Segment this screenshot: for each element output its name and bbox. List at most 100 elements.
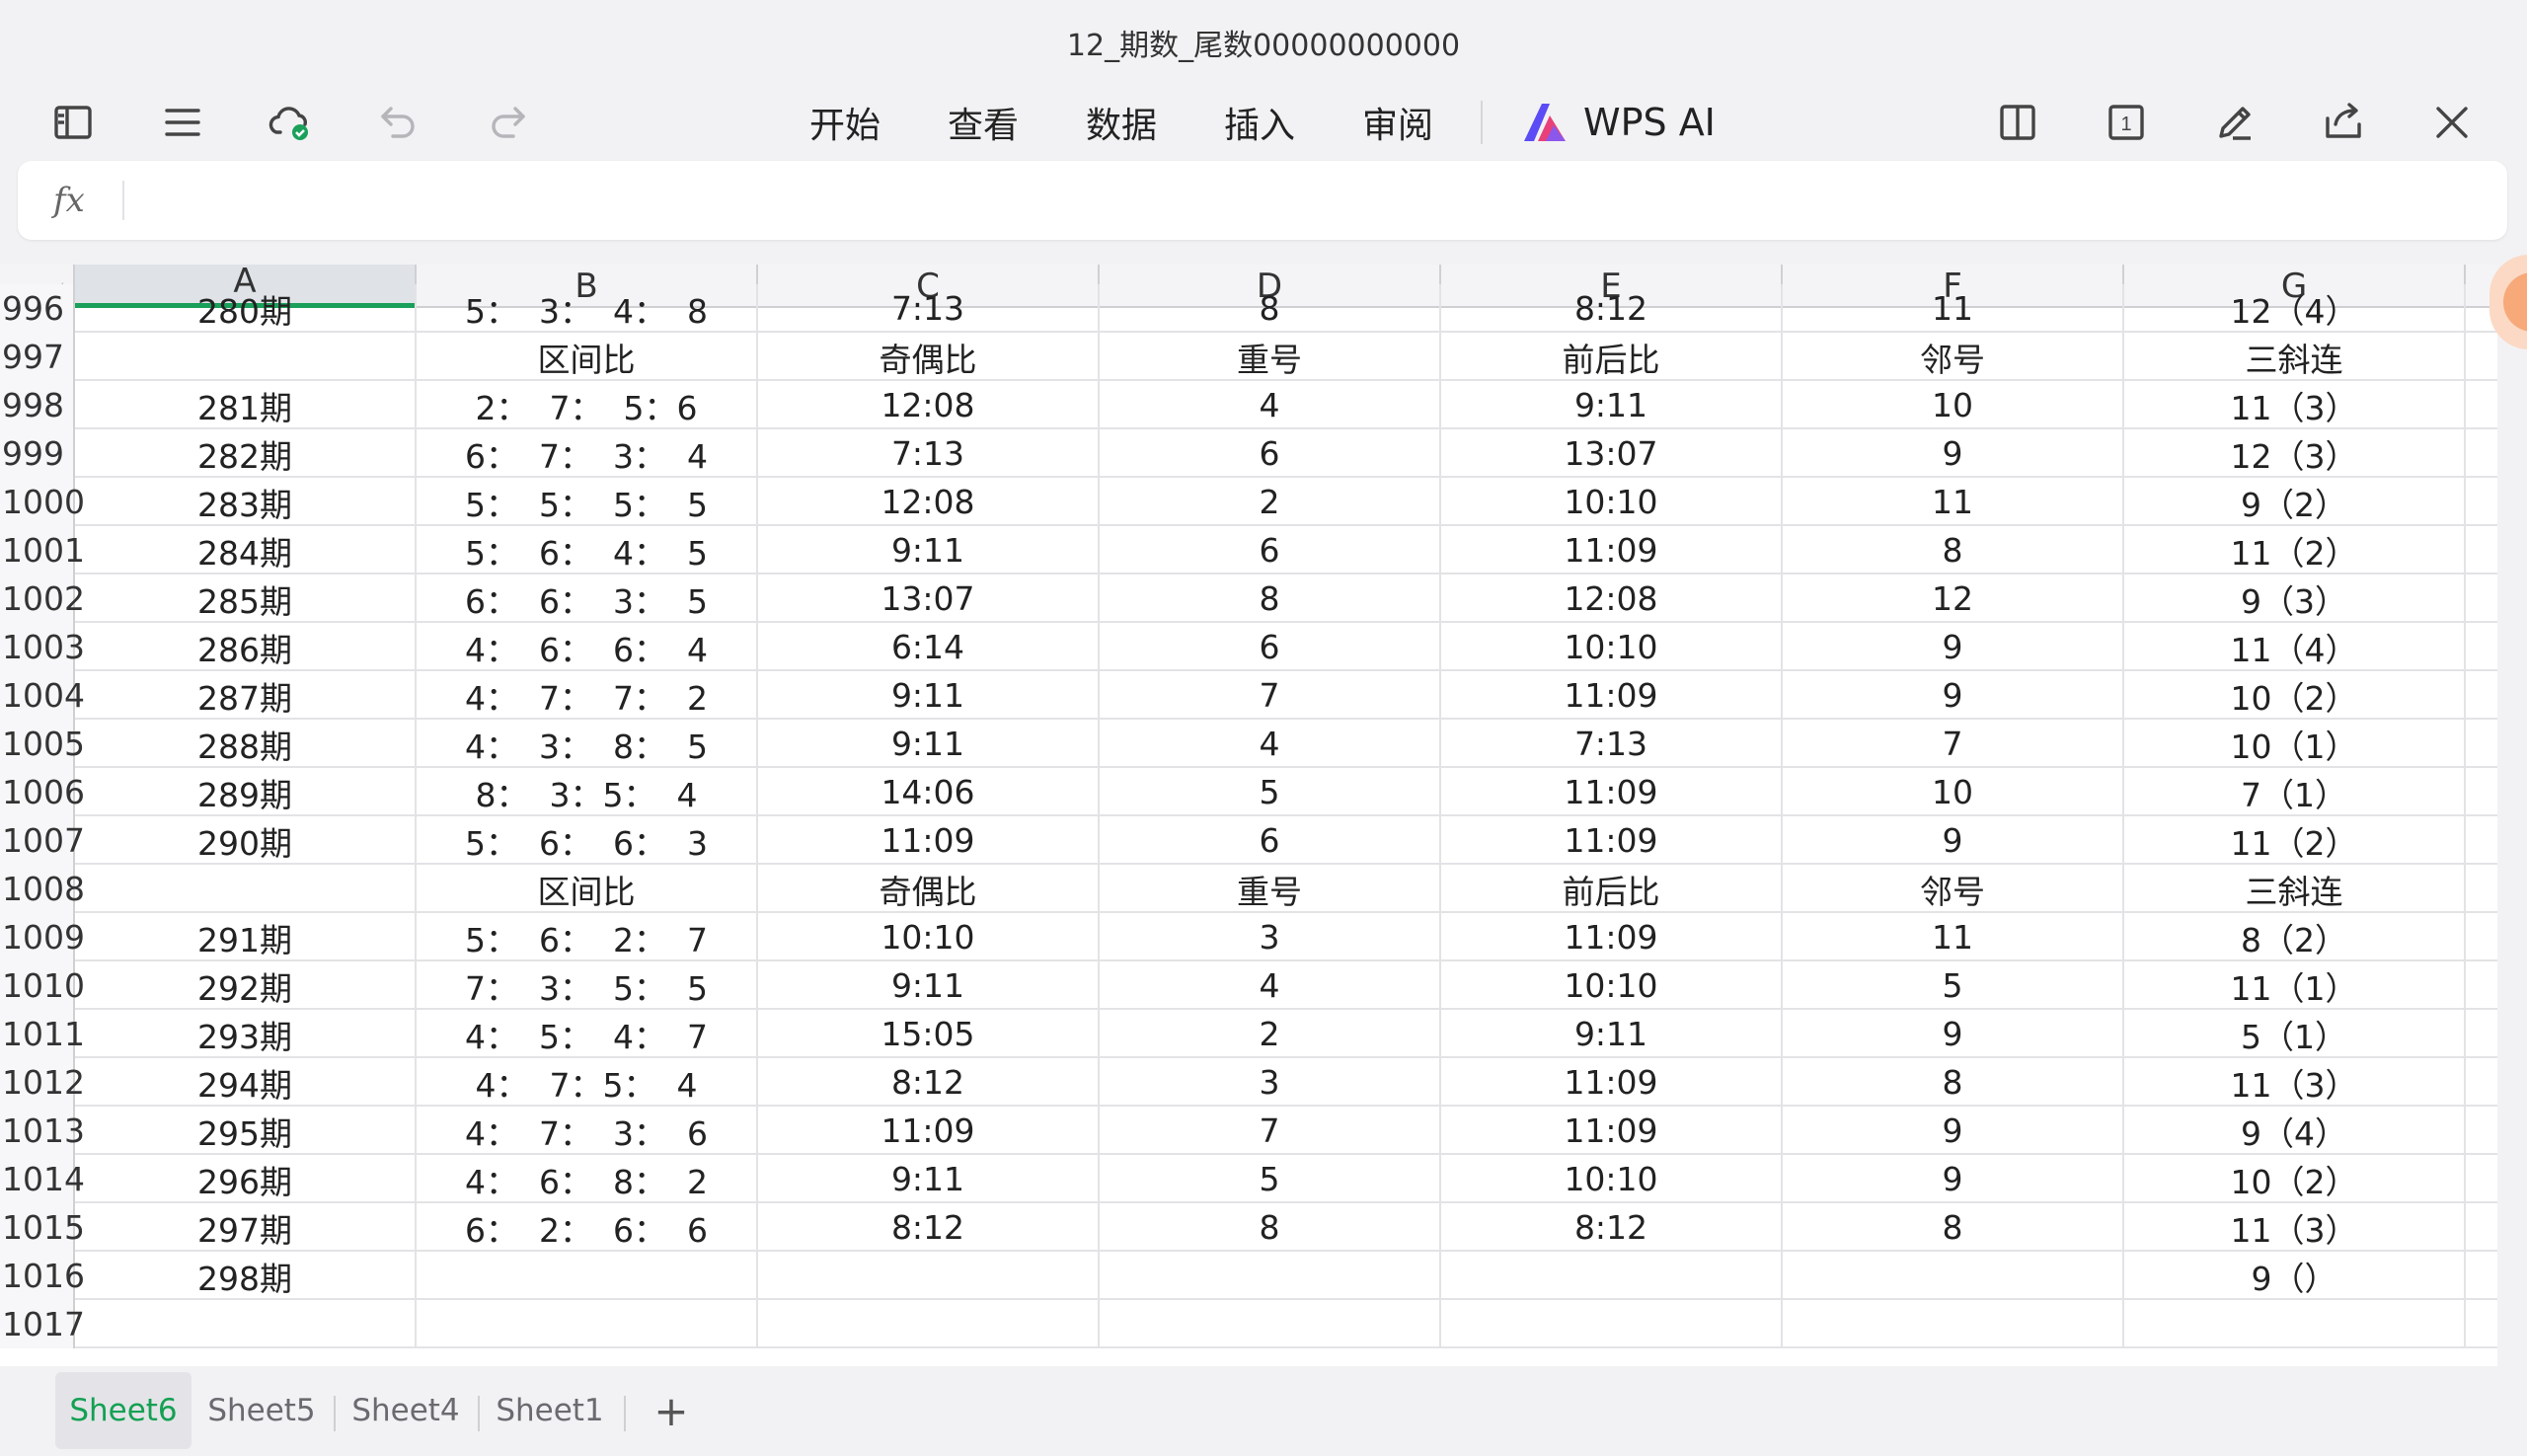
cell-g[interactable]: 9（4）: [2124, 1107, 2466, 1155]
row-number[interactable]: 1001: [0, 526, 85, 575]
menu-view[interactable]: 查看: [948, 85, 1019, 160]
cell-a[interactable]: 286期: [75, 623, 417, 671]
cell-f[interactable]: 9: [1783, 1010, 2124, 1058]
cell-g[interactable]: 5（1）: [2124, 1010, 2466, 1058]
row-number[interactable]: 1017: [0, 1300, 85, 1348]
cell-a[interactable]: 291期: [75, 913, 417, 961]
cell-g[interactable]: [2124, 1300, 2466, 1348]
cell-c[interactable]: 7:13: [758, 429, 1100, 478]
cell-a[interactable]: [75, 333, 417, 381]
cell-c[interactable]: 11:09: [758, 1107, 1100, 1155]
row-number[interactable]: 1002: [0, 575, 85, 623]
cell-d[interactable]: 6: [1100, 526, 1441, 575]
cell-a[interactable]: 287期: [75, 671, 417, 720]
cloud-sync-icon[interactable]: [253, 85, 328, 160]
cell-b[interactable]: 4： 5： 4： 7: [417, 1010, 758, 1058]
cell-e[interactable]: 11:09: [1441, 816, 1783, 865]
cell-b[interactable]: 4： 3： 8： 5: [417, 720, 758, 768]
cell-d[interactable]: 重号: [1100, 333, 1441, 381]
cell-f[interactable]: 邻号: [1783, 333, 2124, 381]
menu-data[interactable]: 数据: [1086, 85, 1157, 160]
cell-d[interactable]: 4: [1100, 961, 1441, 1010]
cell-e[interactable]: 9:11: [1441, 1010, 1783, 1058]
cell-e[interactable]: 11:09: [1441, 1058, 1783, 1107]
cell-a[interactable]: 298期: [75, 1252, 417, 1300]
cell-g[interactable]: 11（3）: [2124, 1058, 2466, 1107]
cell-c[interactable]: 13:07: [758, 575, 1100, 623]
cell-e[interactable]: 8:12: [1441, 1203, 1783, 1252]
cell-g[interactable]: 12（4）: [2124, 284, 2466, 333]
cell-d[interactable]: 5: [1100, 1155, 1441, 1203]
cell-g[interactable]: 11（3）: [2124, 1203, 2466, 1252]
cell-g[interactable]: 三斜连: [2124, 865, 2466, 913]
cell-b[interactable]: [417, 1252, 758, 1300]
cell-a[interactable]: 289期: [75, 768, 417, 816]
cell-a[interactable]: 293期: [75, 1010, 417, 1058]
tab-sheet6[interactable]: Sheet6: [55, 1372, 191, 1449]
cell-b[interactable]: 2： 7： 5：6: [417, 381, 758, 429]
tab-sheet4[interactable]: Sheet4: [342, 1372, 470, 1449]
cell-f[interactable]: 邻号: [1783, 865, 2124, 913]
cell-e[interactable]: 前后比: [1441, 333, 1783, 381]
cell-f[interactable]: 9: [1783, 1107, 2124, 1155]
row-number[interactable]: 999: [0, 429, 75, 478]
cell-b[interactable]: 4： 7： 3： 6: [417, 1107, 758, 1155]
cell-a[interactable]: 284期: [75, 526, 417, 575]
menu-review[interactable]: 审阅: [1362, 85, 1433, 160]
cell-c[interactable]: 14:06: [758, 768, 1100, 816]
cell-d[interactable]: 7: [1100, 1107, 1441, 1155]
cell-e[interactable]: 9:11: [1441, 381, 1783, 429]
row-number[interactable]: 1015: [0, 1203, 85, 1252]
cell-g[interactable]: 11（1）: [2124, 961, 2466, 1010]
row-number[interactable]: 996: [0, 284, 75, 333]
row-number[interactable]: 997: [0, 333, 75, 381]
cell-a[interactable]: 296期: [75, 1155, 417, 1203]
cell-d[interactable]: 6: [1100, 429, 1441, 478]
cell-e[interactable]: 10:10: [1441, 623, 1783, 671]
cell-c[interactable]: 12:08: [758, 478, 1100, 526]
cell-c[interactable]: [758, 1252, 1100, 1300]
cell-c[interactable]: 奇偶比: [758, 333, 1100, 381]
cell-a[interactable]: 281期: [75, 381, 417, 429]
cell-b[interactable]: 区间比: [417, 865, 758, 913]
cell-d[interactable]: 4: [1100, 720, 1441, 768]
cell-d[interactable]: 7: [1100, 671, 1441, 720]
row-number[interactable]: 1006: [0, 768, 85, 816]
cell-a[interactable]: 292期: [75, 961, 417, 1010]
cell-b[interactable]: 6： 7： 3： 4: [417, 429, 758, 478]
cell-c[interactable]: 8:12: [758, 1203, 1100, 1252]
cell-a[interactable]: 282期: [75, 429, 417, 478]
cell-b[interactable]: 5： 6： 4： 5: [417, 526, 758, 575]
cell-d[interactable]: 5: [1100, 768, 1441, 816]
cell-a[interactable]: [75, 1300, 417, 1348]
cell-c[interactable]: 奇偶比: [758, 865, 1100, 913]
cell-d[interactable]: 2: [1100, 1010, 1441, 1058]
cell-d[interactable]: 3: [1100, 1058, 1441, 1107]
cell-g[interactable]: 11（2）: [2124, 526, 2466, 575]
cell-b[interactable]: 7： 3： 5： 5: [417, 961, 758, 1010]
cell-b[interactable]: 6： 6： 3： 5: [417, 575, 758, 623]
cell-d[interactable]: 6: [1100, 623, 1441, 671]
cell-e[interactable]: 11:09: [1441, 768, 1783, 816]
cell-g[interactable]: 10（2）: [2124, 671, 2466, 720]
row-number[interactable]: 1009: [0, 913, 85, 961]
cell-e[interactable]: 10:10: [1441, 478, 1783, 526]
cell-b[interactable]: 5： 3： 4： 8: [417, 284, 758, 333]
formula-bar[interactable]: fx: [18, 161, 2507, 240]
close-icon[interactable]: [2414, 85, 2489, 160]
cell-c[interactable]: 9:11: [758, 671, 1100, 720]
cell-f[interactable]: 8: [1783, 1203, 2124, 1252]
cell-a[interactable]: 283期: [75, 478, 417, 526]
cell-e[interactable]: 13:07: [1441, 429, 1783, 478]
cell-d[interactable]: 8: [1100, 1203, 1441, 1252]
row-number[interactable]: 1008: [0, 865, 85, 913]
row-number[interactable]: 1013: [0, 1107, 85, 1155]
cell-f[interactable]: 5: [1783, 961, 2124, 1010]
wps-ai-button[interactable]: WPS AI: [1520, 85, 1716, 160]
cell-g[interactable]: 11（4）: [2124, 623, 2466, 671]
cell-a[interactable]: 297期: [75, 1203, 417, 1252]
cell-f[interactable]: 10: [1783, 768, 2124, 816]
cell-d[interactable]: [1100, 1300, 1441, 1348]
cell-c[interactable]: 9:11: [758, 961, 1100, 1010]
cell-c[interactable]: 9:11: [758, 1155, 1100, 1203]
